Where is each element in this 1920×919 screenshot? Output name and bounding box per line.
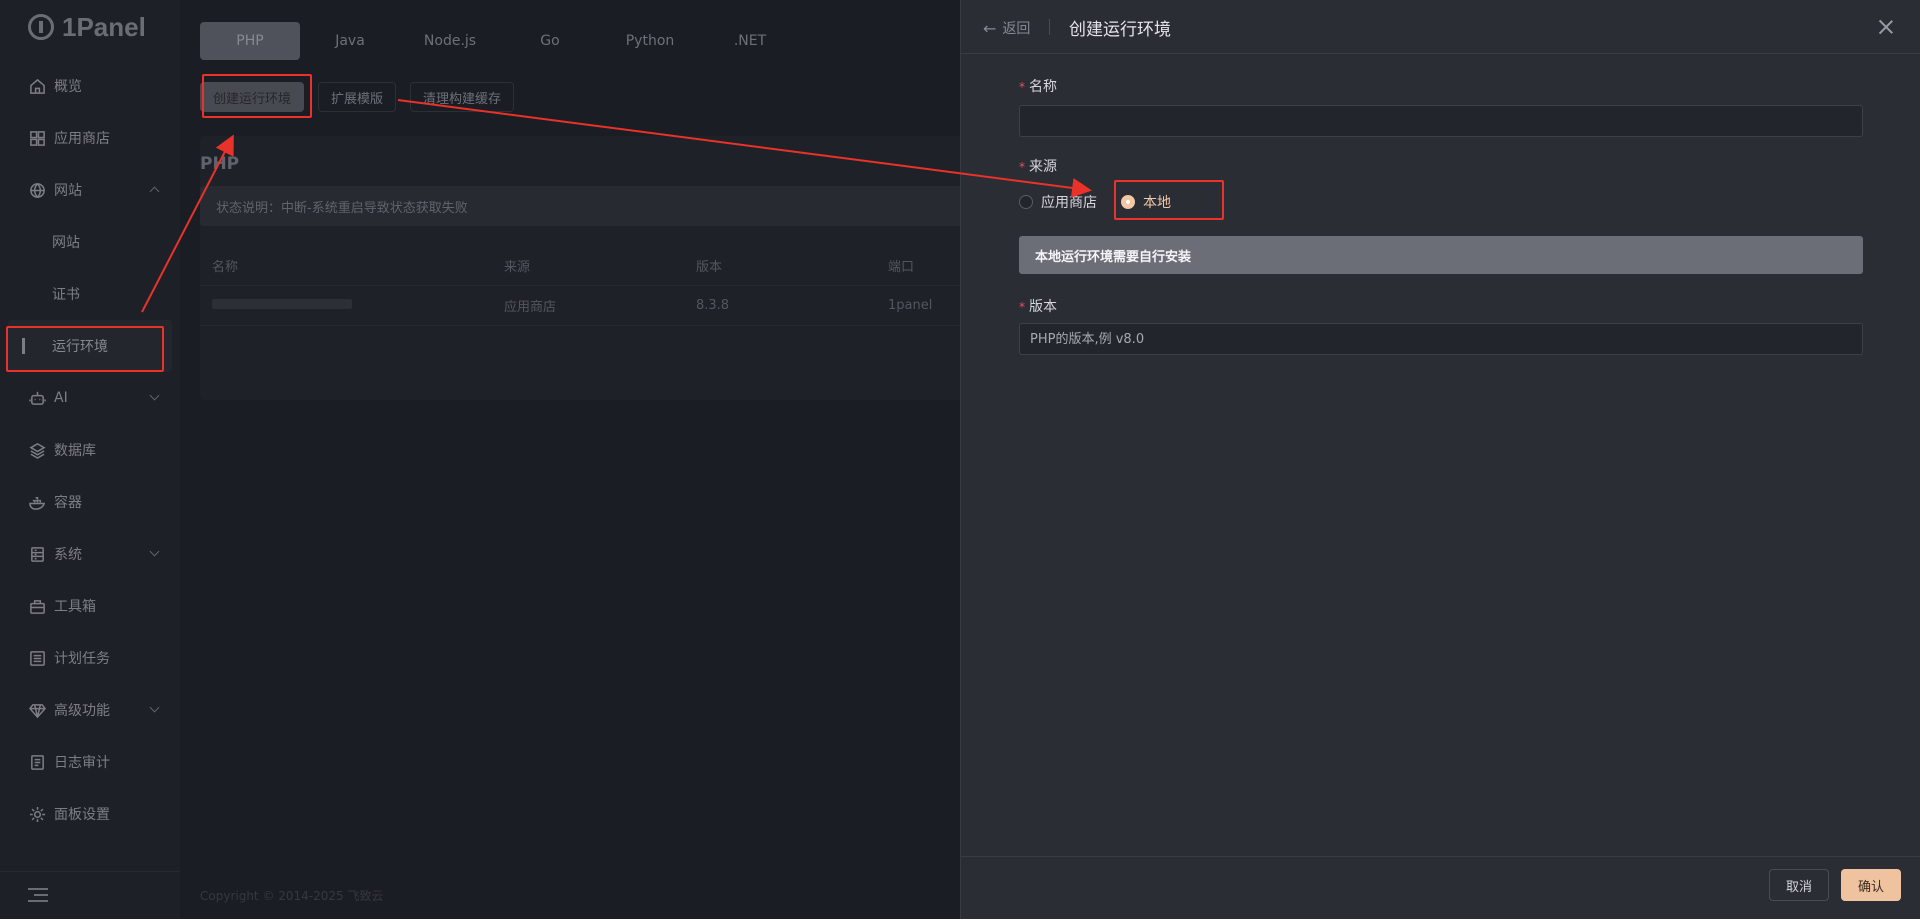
create-runtime-drawer: ← 返回 创建运行环境 * 名称 * 来源 应用商店 本地 本地运行环境需要自行安装 xyxy=(960,0,1920,919)
name-label-text: 名称 xyxy=(1029,79,1057,95)
modal-overlay[interactable] xyxy=(0,0,960,919)
drawer-title: 创建运行环境 xyxy=(1069,20,1171,40)
annotation-box-runtime xyxy=(6,326,164,372)
drawer-header: ← 返回 创建运行环境 xyxy=(961,0,1920,54)
arrow-left-icon: ← xyxy=(983,18,997,38)
annotation-box-create xyxy=(202,74,312,118)
local-install-notice: 本地运行环境需要自行安装 xyxy=(1019,236,1863,274)
source-label: * 来源 xyxy=(1019,156,1057,176)
name-input[interactable] xyxy=(1019,105,1863,137)
drawer-footer: 取消 确认 xyxy=(961,856,1920,919)
required-mark: * xyxy=(1019,80,1025,94)
back-button[interactable]: ← 返回 xyxy=(983,18,1030,38)
version-label: * 版本 xyxy=(1019,296,1057,316)
required-mark: * xyxy=(1019,160,1025,174)
version-input[interactable] xyxy=(1019,323,1863,355)
source-radio-app-store[interactable]: 应用商店 xyxy=(1019,192,1097,212)
version-label-text: 版本 xyxy=(1029,299,1057,315)
close-icon[interactable] xyxy=(1877,18,1895,36)
name-label: * 名称 xyxy=(1019,76,1057,96)
back-label: 返回 xyxy=(1002,21,1031,37)
source-label-text: 来源 xyxy=(1029,159,1057,175)
radio-dot xyxy=(1019,195,1033,209)
required-mark: * xyxy=(1019,300,1025,314)
annotation-box-local xyxy=(1114,180,1224,220)
confirm-button[interactable]: 确认 xyxy=(1841,869,1901,901)
cancel-button[interactable]: 取消 xyxy=(1769,869,1829,901)
radio-label: 应用商店 xyxy=(1041,195,1097,211)
header-divider xyxy=(1049,19,1050,35)
